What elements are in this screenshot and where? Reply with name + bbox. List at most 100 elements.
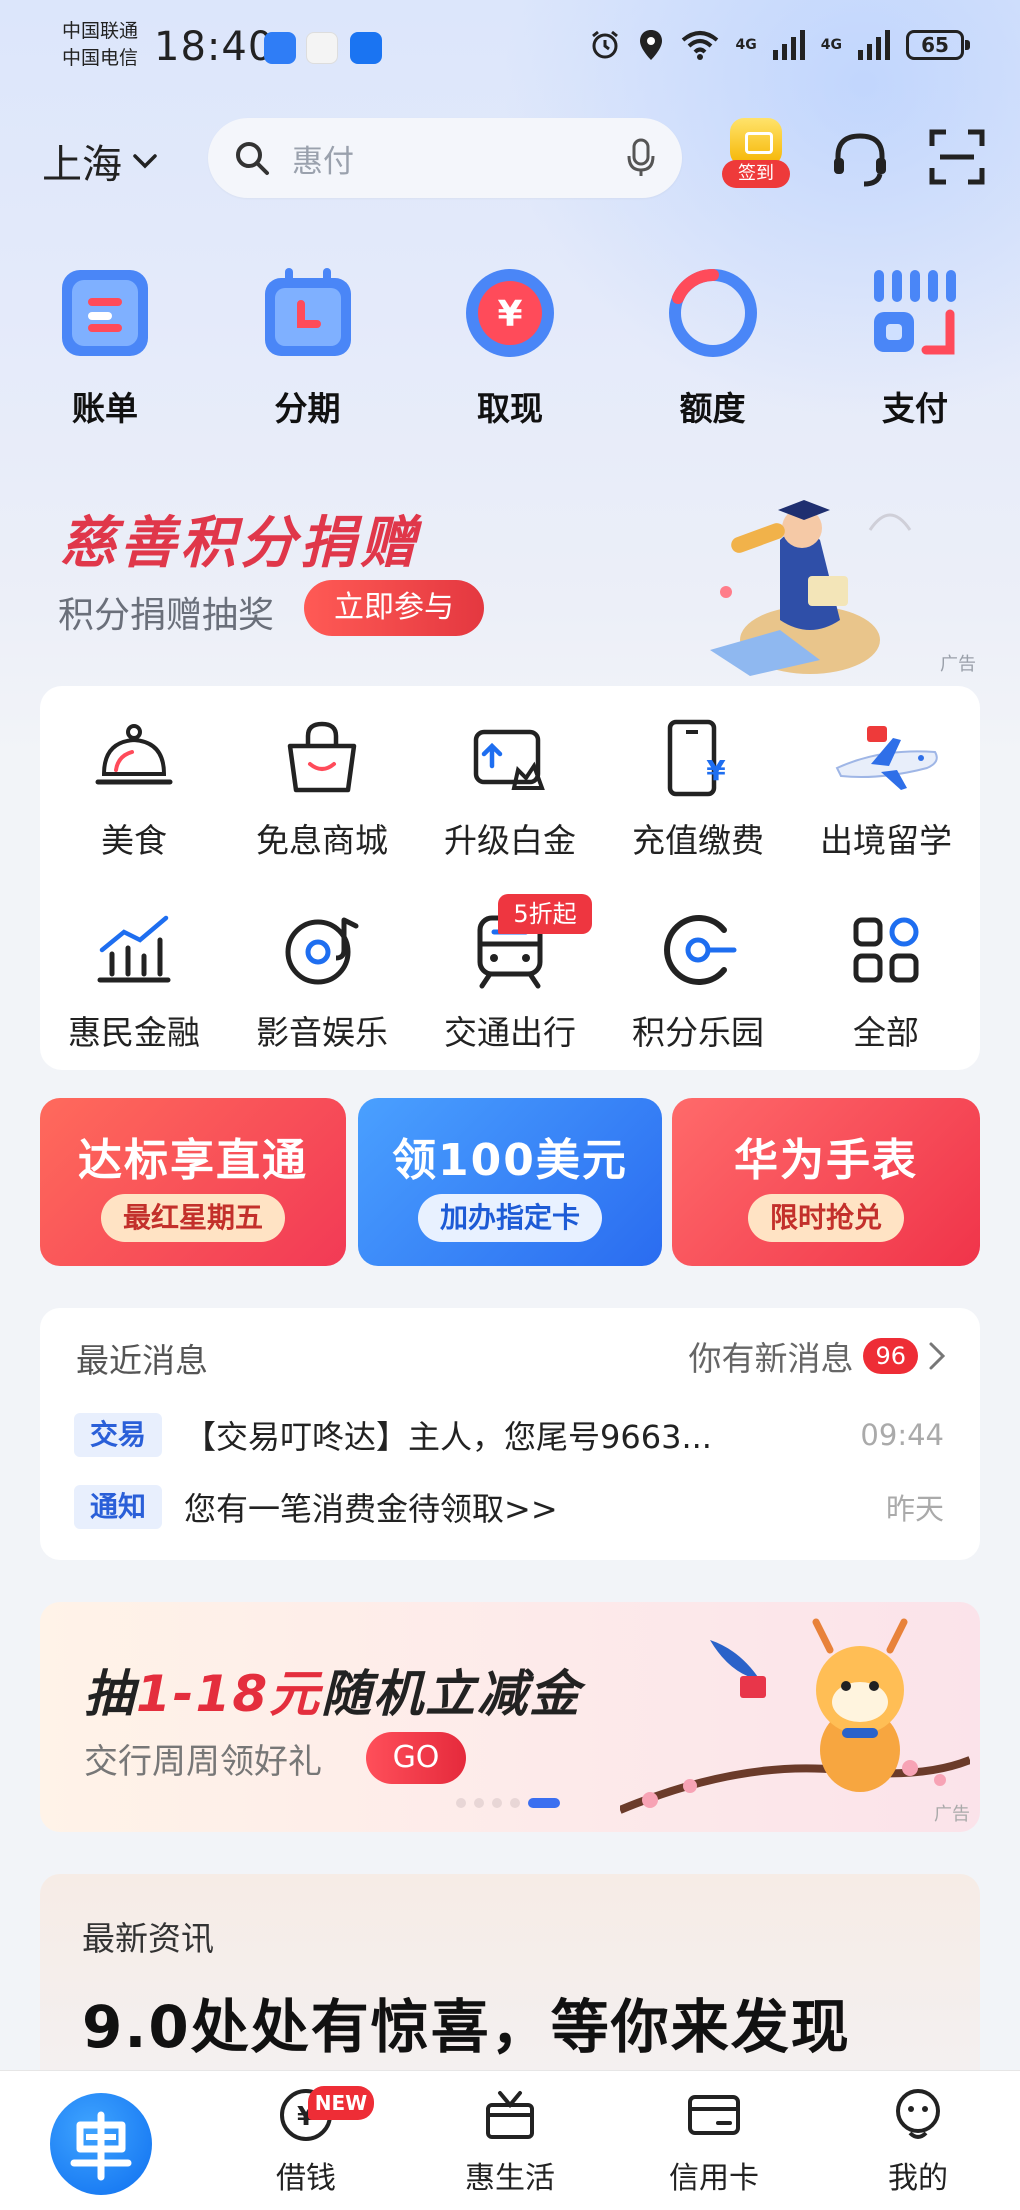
signal-icon-2 xyxy=(858,30,890,60)
quota-ring-icon xyxy=(668,268,757,357)
graduate-illustration xyxy=(710,500,912,676)
service-finance-label: 惠民金融 xyxy=(68,1013,200,1052)
charity-banner[interactable]: 慈善积分捐赠 积分捐赠抽奖 立即参与 广告 xyxy=(0,470,1020,690)
lottery-subtitle: 交行周周领好礼 xyxy=(84,1742,322,1782)
svg-text:¥: ¥ xyxy=(497,294,522,335)
carousel-dot xyxy=(456,1798,466,1808)
signin-button[interactable]: 签到 xyxy=(720,116,792,192)
quick-installment[interactable]: 分期 xyxy=(233,262,383,430)
status-icons: 4G 4G 65 xyxy=(588,28,970,62)
nav-profile[interactable]: 我的 xyxy=(848,2087,988,2197)
quick-bill-label: 账单 xyxy=(72,389,138,428)
nav-life[interactable]: 惠生活 xyxy=(440,2087,580,2197)
alipay-icon xyxy=(350,32,382,64)
message-text: 您有一笔消费金待领取>> xyxy=(184,1490,558,1528)
quick-actions: 账单 分期 ¥ 取现 额度 支付 xyxy=(30,262,990,430)
airplane-icon xyxy=(835,726,938,790)
message-time: 昨天 xyxy=(885,1492,944,1526)
lottery-go-button[interactable]: GO xyxy=(366,1732,466,1784)
service-dining-label: 美食 xyxy=(101,821,167,860)
service-upgrade[interactable]: 升级白金 xyxy=(416,718,604,862)
points-c-icon xyxy=(664,915,737,985)
signin-label: 签到 xyxy=(722,160,790,188)
promo-title: 领100美元 xyxy=(392,1135,628,1186)
services-card: 美食 免息商城 升级白金 ¥ 充值缴费 出境留学 惠民金融 影音娱乐 交通出行 … xyxy=(40,686,980,1070)
message-app-icon xyxy=(264,32,296,64)
quick-cash-label: 取现 xyxy=(477,389,543,428)
recent-messages-card[interactable]: 最近消息 你有新消息 96 交易 【交易叮咚达】主人，您尾号9663... 09… xyxy=(40,1308,980,1560)
battery-indicator: 65 xyxy=(906,30,970,60)
lottery-banner[interactable]: 抽1-18元随机立减金 交行周周领好礼 GO 广告 xyxy=(40,1602,980,1832)
service-topup[interactable]: ¥ 充值缴费 xyxy=(604,718,792,862)
carrier-1: 中国联通 xyxy=(62,20,139,42)
promo-card-watch[interactable]: 华为手表 限时抢兑 xyxy=(672,1098,980,1266)
profile-icon xyxy=(896,2089,940,2139)
carrier-2: 中国电信 xyxy=(62,47,139,69)
service-topup-label: 充值缴费 xyxy=(632,821,764,860)
search-icon xyxy=(236,142,269,175)
quick-quota[interactable]: 额度 xyxy=(638,262,788,430)
chevron-right-icon xyxy=(929,1342,946,1370)
city-selector[interactable]: 上海 xyxy=(42,132,158,190)
search-bar[interactable]: 惠付 xyxy=(208,118,682,198)
customer-service-icon[interactable] xyxy=(828,128,892,192)
message-tag: 交易 xyxy=(74,1413,162,1457)
lottery-title-highlight: 1-18元 xyxy=(136,1665,322,1723)
mascot-illustration xyxy=(620,1618,970,1814)
nav-credit-card-label: 信用卡 xyxy=(669,2161,759,2196)
network-1: 4G xyxy=(735,37,757,53)
service-points-label: 积分乐园 xyxy=(632,1013,764,1052)
service-overseas-label: 出境留学 xyxy=(820,821,952,860)
upgrade-card-icon xyxy=(473,729,545,790)
carousel-dot-active xyxy=(528,1798,560,1808)
scan-icon[interactable] xyxy=(928,128,986,186)
news-header: 最新资讯 xyxy=(82,1919,214,1958)
new-messages-link[interactable]: 你有新消息 96 xyxy=(688,1332,946,1380)
alarm-icon xyxy=(591,30,618,59)
service-mall[interactable]: 免息商城 xyxy=(228,718,416,862)
promo-card-friday[interactable]: 达标享直通 最红星期五 xyxy=(40,1098,346,1266)
promo-button[interactable]: 最红星期五 xyxy=(100,1194,286,1242)
shopping-bag-icon xyxy=(287,721,357,793)
service-overseas[interactable]: 出境留学 xyxy=(792,718,980,862)
carrier-info: 中国联通 中国电信 xyxy=(62,18,138,72)
service-all[interactable]: 全部 xyxy=(792,910,980,1054)
service-dining[interactable]: 美食 xyxy=(40,718,228,862)
promo-button[interactable]: 加办指定卡 xyxy=(417,1194,603,1242)
service-entertainment[interactable]: 影音娱乐 xyxy=(228,910,416,1054)
calendar-icon xyxy=(264,268,351,356)
service-upgrade-label: 升级白金 xyxy=(444,821,576,860)
svg-text:¥: ¥ xyxy=(706,754,726,787)
ad-label: 广告 xyxy=(934,1804,970,1825)
home-tab-button[interactable] xyxy=(50,2093,152,2195)
message-row[interactable]: 通知 您有一笔消费金待领取>> 昨天 xyxy=(74,1484,944,1530)
microphone-icon[interactable] xyxy=(626,138,656,178)
charity-join-button[interactable]: 立即参与 xyxy=(304,580,484,636)
quick-bill[interactable]: 账单 xyxy=(30,262,180,430)
gift-tv-icon xyxy=(486,2091,534,2139)
location-icon xyxy=(639,30,662,60)
message-tag: 通知 xyxy=(74,1485,162,1529)
lottery-title-prefix: 抽 xyxy=(84,1665,136,1723)
network-2: 4G xyxy=(820,37,842,53)
qq-icon xyxy=(306,32,338,64)
new-badge: NEW xyxy=(308,2086,374,2120)
dining-bell-icon xyxy=(95,724,173,785)
quick-pay[interactable]: 支付 xyxy=(840,262,990,430)
service-finance[interactable]: 惠民金融 xyxy=(40,910,228,1054)
chart-icon xyxy=(97,915,171,983)
clock: 18:40 xyxy=(154,24,275,70)
promo-button[interactable]: 限时抢兑 xyxy=(747,1194,905,1242)
message-row[interactable]: 交易 【交易叮咚达】主人，您尾号9663... 09:44 xyxy=(74,1412,944,1458)
nav-credit-card[interactable]: 信用卡 xyxy=(644,2087,784,2197)
promo-card-usd[interactable]: 领100美元 加办指定卡 xyxy=(358,1098,662,1266)
search-input[interactable]: 惠付 xyxy=(292,136,626,181)
signin-icon xyxy=(730,118,782,166)
wifi-icon xyxy=(681,31,718,60)
quick-pay-label: 支付 xyxy=(882,389,948,428)
chevron-down-icon xyxy=(133,154,157,169)
quick-cash[interactable]: ¥ 取现 xyxy=(435,262,585,430)
service-points[interactable]: 积分乐园 xyxy=(604,910,792,1054)
message-time: 09:44 xyxy=(860,1418,944,1452)
charity-title: 慈善积分捐赠 xyxy=(60,511,420,576)
